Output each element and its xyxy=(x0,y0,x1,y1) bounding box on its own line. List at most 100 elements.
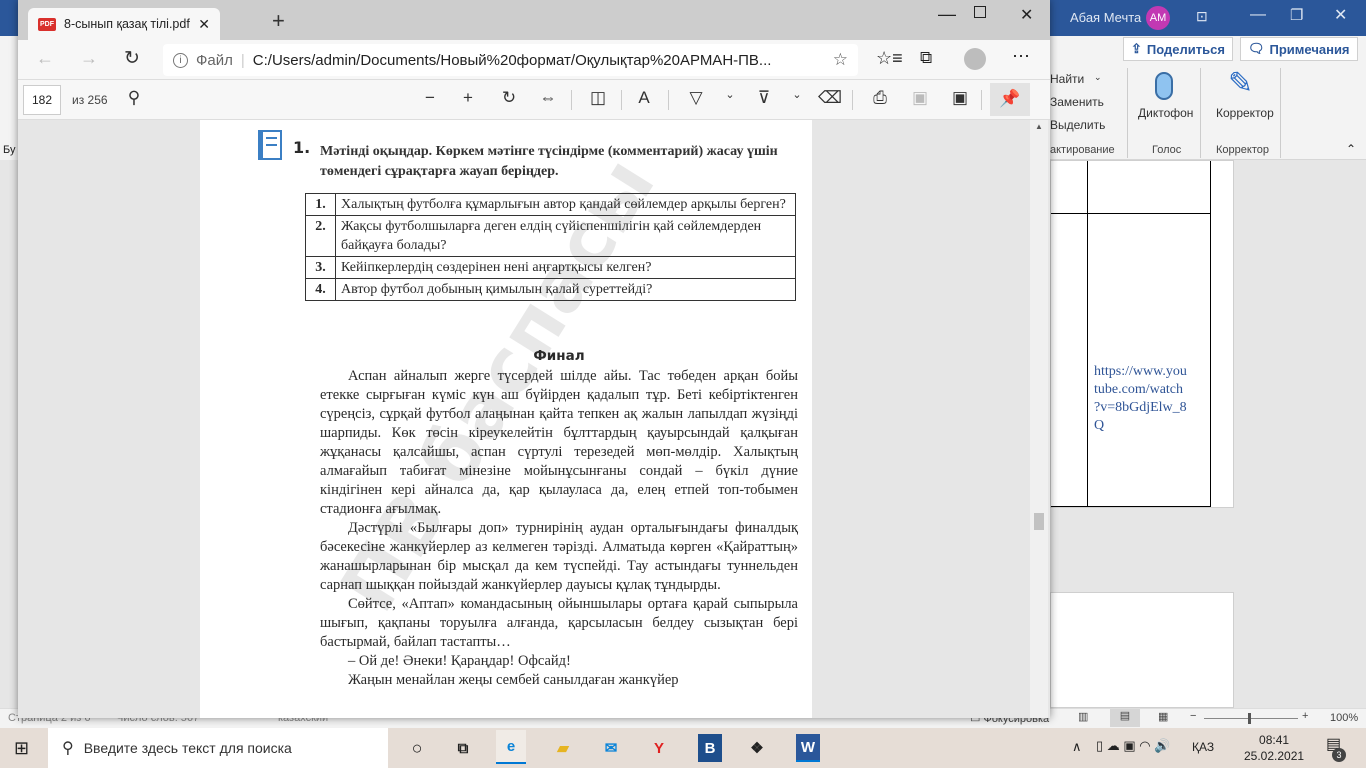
page-number-input[interactable]: 182 xyxy=(23,85,61,115)
maximize-icon[interactable] xyxy=(974,6,986,18)
find-button[interactable]: Найти xyxy=(1050,72,1084,86)
task-instruction: Мәтінді оқыңдар. Көркем мәтінге түсіндір… xyxy=(320,144,778,179)
questions-table: 1. Халықтың футболға құмарлығын автор қан… xyxy=(305,193,796,301)
mail-icon[interactable]: ✉ xyxy=(596,734,626,762)
page-view-icon[interactable]: ◫ xyxy=(586,88,610,108)
minimize-icon[interactable]: — xyxy=(1250,6,1266,24)
vertical-scrollbar[interactable]: ▲ xyxy=(1030,120,1048,718)
microphone-icon xyxy=(1155,72,1173,100)
url-input[interactable]: i Файл | C:/Users/admin/Documents/Новый%… xyxy=(163,44,858,76)
yandex-browser-icon[interactable]: Y xyxy=(644,734,674,762)
select-button[interactable]: Выделить xyxy=(1050,118,1105,132)
taskbar: ⊞ ⚲ Введите здесь текст для поиска ○ ⧉ e … xyxy=(0,728,1366,768)
taskbar-search-input[interactable]: ⚲ Введите здесь текст для поиска xyxy=(48,728,388,768)
zoom-slider-thumb[interactable] xyxy=(1248,713,1251,724)
share-icon: ⇪ xyxy=(1131,41,1142,56)
read-mode-icon[interactable]: ▥ xyxy=(1078,710,1088,723)
refresh-icon[interactable]: ↻ xyxy=(124,47,140,70)
tab-pdf[interactable]: PDF 8-сынып қазақ тілі.pdf ✕ xyxy=(28,8,220,40)
save-as-icon[interactable]: ▣ xyxy=(948,88,972,108)
more-icon[interactable]: ⋯ xyxy=(1012,46,1030,67)
info-icon[interactable]: i xyxy=(173,52,188,68)
chevron-down-icon: ⌄ xyxy=(1094,72,1102,82)
print-layout-icon[interactable]: ▤ xyxy=(1110,709,1140,727)
pin-toolbar-icon[interactable]: 📌 xyxy=(990,83,1030,116)
comments-button[interactable]: 🗨 Примечания xyxy=(1240,37,1358,61)
story-title: Финал xyxy=(533,348,585,364)
profile-avatar[interactable] xyxy=(964,48,986,70)
new-tab-button[interactable]: + xyxy=(272,8,285,34)
fit-page-icon[interactable]: ⇔ xyxy=(536,88,560,108)
task-number: 1. xyxy=(293,138,311,157)
rotate-icon[interactable]: ↻ xyxy=(497,88,521,108)
zoom-slider[interactable] xyxy=(1204,718,1298,719)
address-bar-row: ← → ↻ i Файл | C:/Users/admin/Documents/… xyxy=(18,40,1050,80)
url-text: C:/Users/admin/Documents/Новый%20формат/… xyxy=(252,51,772,69)
page-total: из 256 xyxy=(72,93,108,107)
favorites-icon[interactable]: ☆≡ xyxy=(876,48,903,69)
avatar[interactable]: AM xyxy=(1146,6,1170,30)
file-explorer-icon[interactable]: ▰ xyxy=(548,734,578,762)
web-layout-icon[interactable]: ▦ xyxy=(1158,710,1168,723)
add-favorite-icon[interactable]: ☆ xyxy=(833,50,848,70)
collapse-ribbon-icon[interactable]: ⌃ xyxy=(1346,142,1356,156)
share-button[interactable]: ⇪ Поделиться xyxy=(1123,37,1233,61)
dictate-button[interactable]: Диктофон xyxy=(1138,106,1193,120)
highlight-icon[interactable]: ⊽ xyxy=(752,88,776,108)
tray-icons[interactable]: ▯ ☁ ▣ ◠ 🔊 xyxy=(1096,738,1170,754)
zoom-out-button[interactable]: − xyxy=(1190,710,1196,722)
collections-icon[interactable]: ⧉ xyxy=(920,48,932,68)
task-view-icon[interactable]: ⧉ xyxy=(448,734,478,762)
save-icon[interactable]: ▣ xyxy=(908,88,932,108)
minimize-icon[interactable]: — xyxy=(938,4,956,25)
draw-options-chevron-icon[interactable]: ⌄ xyxy=(718,88,742,101)
zoom-in-icon[interactable]: + xyxy=(456,88,480,108)
draw-icon[interactable]: ▽ xyxy=(684,88,708,108)
zoom-level[interactable]: 100% xyxy=(1330,712,1358,724)
close-window-icon[interactable]: ✕ xyxy=(1020,5,1033,25)
print-icon[interactable]: ⎙ xyxy=(868,88,892,108)
dropbox-icon[interactable]: ❖ xyxy=(742,734,772,762)
pdf-page: ПВ баспасы 1. Мәтінді оқыңдар. Көркем мә… xyxy=(200,120,812,718)
windows-start-icon[interactable]: ⊞ xyxy=(14,738,29,759)
tab-strip: PDF 8-сынып қазақ тілі.pdf ✕ + — ✕ xyxy=(18,0,1050,40)
youtube-link[interactable]: https://www.you tube.com/watch ?v=8bGdjElw… xyxy=(1094,363,1187,435)
editor-group-label: Корректор xyxy=(1216,144,1269,156)
vk-app-icon[interactable]: B xyxy=(698,734,722,762)
table-row: 1. Халықтың футболға құмарлығын автор қан… xyxy=(305,193,796,216)
word-ribbon-left: Бу xyxy=(0,36,18,160)
highlight-options-chevron-icon[interactable]: ⌄ xyxy=(785,88,809,101)
close-tab-icon[interactable]: ✕ xyxy=(198,16,210,33)
input-language[interactable]: ҚАЗ xyxy=(1192,740,1214,754)
eraser-icon[interactable]: ⌫ xyxy=(818,88,842,108)
close-icon[interactable]: ✕ xyxy=(1334,5,1347,25)
clock[interactable]: 08:41 25.02.2021 xyxy=(1244,732,1304,764)
edge-browser-window: PDF 8-сынып қазақ тілі.pdf ✕ + — ✕ ← → ↻… xyxy=(18,0,1050,718)
editor-pen-icon: ✎ xyxy=(1228,67,1254,100)
ribbon-cut-label: Бу xyxy=(3,144,16,156)
voice-group-label: Голос xyxy=(1152,144,1182,156)
table-row: 3. Кейіпкерлердің сөздерінен нені аңғартқ… xyxy=(305,256,796,279)
scroll-up-icon: ▲ xyxy=(1035,122,1043,131)
editor-button[interactable]: Корректор xyxy=(1216,106,1274,120)
back-icon[interactable]: ← xyxy=(36,48,54,69)
search-placeholder: Введите здесь текст для поиска xyxy=(83,740,292,756)
zoom-in-button[interactable]: + xyxy=(1302,710,1308,722)
ribbon-display-icon[interactable]: ⊡ xyxy=(1196,8,1208,25)
story-text: Аспан айналып жерге түсердей шілде айы. … xyxy=(320,368,798,688)
search-icon[interactable]: ⚲ xyxy=(122,88,146,108)
edge-taskbar-icon[interactable]: e xyxy=(496,730,526,764)
scrollbar-thumb[interactable] xyxy=(1034,513,1044,530)
show-hidden-icons[interactable]: ∧ xyxy=(1072,739,1082,755)
word-ribbon: ⇪ Поделиться 🗨 Примечания Найти ⌄ Заменить… xyxy=(1050,36,1366,160)
replace-button[interactable]: Заменить xyxy=(1050,95,1104,109)
read-aloud-icon[interactable]: A xyxy=(632,88,656,108)
table-row: 2. Жақсы футболшыларға деген елдің сүйісп… xyxy=(305,215,796,257)
forward-icon[interactable]: → xyxy=(80,48,98,69)
word-page: https://www.you tube.com/watch ?v=8bGdjElw… xyxy=(1050,160,1234,508)
comments-label: Примечания xyxy=(1269,41,1350,57)
cortana-icon[interactable]: ○ xyxy=(402,734,432,762)
zoom-out-icon[interactable]: − xyxy=(418,88,442,108)
restore-icon[interactable]: ❐ xyxy=(1290,6,1303,24)
word-taskbar-icon[interactable]: W xyxy=(796,734,820,762)
